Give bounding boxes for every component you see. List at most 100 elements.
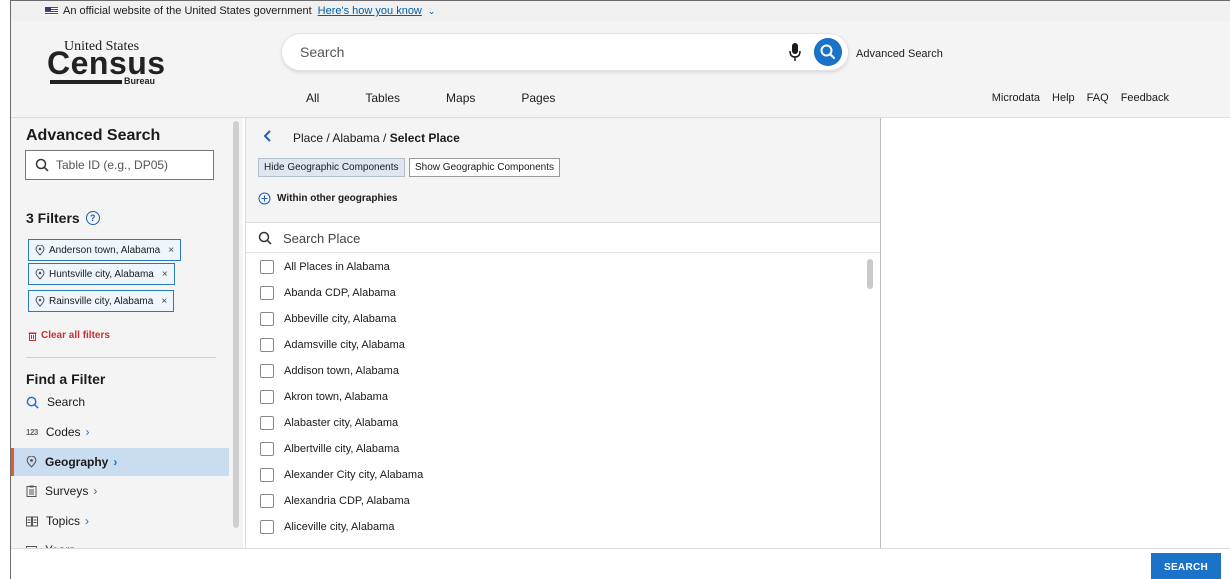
breadcrumb: Place / Alabama / Select Place	[293, 131, 460, 145]
table-id-search	[25, 150, 214, 180]
place-label: Alabaster city, Alabama	[284, 417, 399, 429]
checkbox[interactable]	[260, 442, 274, 456]
clear-all-filters-button[interactable]: Clear all filters	[28, 330, 110, 341]
within-other-geographies-toggle[interactable]: Within other geographies	[258, 192, 397, 205]
site-header: United States Census Bureau Advanced Sea…	[11, 21, 1230, 118]
divider	[26, 357, 216, 358]
breadcrumb-current: Select Place	[389, 131, 460, 145]
checkbox[interactable]	[260, 286, 274, 300]
faq-link[interactable]: FAQ	[1087, 92, 1109, 104]
within-label: Within other geographies	[277, 193, 398, 204]
app-frame: An official website of the United States…	[10, 0, 1230, 579]
place-label: Addison town, Alabama	[284, 365, 399, 377]
chevron-down-icon[interactable]: ⌄	[428, 6, 436, 17]
geography-panel: Place / Alabama / Select Place Hide Geog…	[245, 118, 881, 548]
filter-chip[interactable]: Rainsville city, Alabama ×	[28, 290, 175, 312]
location-pin-icon	[26, 456, 37, 468]
bottom-bar: SEARCH	[11, 548, 1230, 579]
place-label: Abanda CDP, Alabama	[284, 287, 396, 299]
search-submit-icon[interactable]	[814, 38, 842, 66]
place-search-input[interactable]	[283, 229, 683, 247]
census-logo[interactable]: United States Census Bureau	[47, 33, 177, 89]
tab-all[interactable]: All	[306, 91, 319, 105]
filter-chip-label: Huntsville city, Alabama	[49, 268, 154, 280]
us-flag-icon	[45, 7, 58, 15]
remove-filter-icon[interactable]: ×	[161, 296, 167, 307]
checkbox[interactable]	[260, 338, 274, 352]
chevron-right-icon: ›	[85, 514, 90, 528]
logo-line2: Census	[47, 45, 166, 81]
place-label: All Places in Alabama	[284, 261, 390, 273]
find-item-label: Topics	[46, 514, 81, 528]
codes-icon: 123	[26, 427, 38, 437]
location-pin-icon	[35, 244, 45, 256]
feedback-link[interactable]: Feedback	[1121, 92, 1169, 104]
find-filter-search[interactable]: Search	[11, 388, 229, 416]
remove-filter-icon[interactable]: ×	[168, 245, 174, 256]
checkbox[interactable]	[260, 364, 274, 378]
filters-count: 3 Filters	[26, 210, 80, 226]
place-label: Albertville city, Alabama	[284, 443, 400, 455]
list-item[interactable]: Alexander City city, Alabama	[260, 462, 423, 488]
table-id-input[interactable]	[56, 156, 206, 174]
checkbox[interactable]	[260, 468, 274, 482]
list-item[interactable]: Albertville city, Alabama	[260, 436, 399, 462]
back-chevron-icon[interactable]	[263, 129, 273, 143]
place-label: Abbeville city, Alabama	[284, 313, 397, 325]
utility-links: Microdata Help FAQ Feedback	[992, 92, 1169, 104]
location-pin-icon	[35, 268, 45, 280]
geography-panel-header: Place / Alabama / Select Place Hide Geog…	[246, 118, 880, 223]
find-filter-geography[interactable]: Geography ›	[11, 448, 229, 476]
place-label: Aliceville city, Alabama	[284, 521, 395, 533]
checkbox[interactable]	[260, 260, 274, 274]
list-item[interactable]: Abanda CDP, Alabama	[260, 280, 396, 306]
hide-geographic-components-button[interactable]: Hide Geographic Components	[258, 158, 405, 177]
sidebar-scrollbar[interactable]	[233, 121, 239, 528]
heres-how-you-know-link[interactable]: Here's how you know	[318, 5, 422, 17]
list-item[interactable]: Alabaster city, Alabama	[260, 410, 398, 436]
list-item[interactable]: Aliceville city, Alabama	[260, 514, 394, 540]
breadcrumb-path[interactable]: Place / Alabama /	[293, 131, 390, 145]
sidebar-title: Advanced Search	[26, 127, 161, 144]
help-link[interactable]: Help	[1052, 92, 1075, 104]
show-geographic-components-button[interactable]: Show Geographic Components	[409, 158, 560, 177]
place-label: Akron town, Alabama	[284, 391, 388, 403]
help-icon[interactable]: ?	[85, 211, 100, 225]
list-item[interactable]: Alexandria CDP, Alabama	[260, 488, 410, 514]
checkbox[interactable]	[260, 312, 274, 326]
chevron-right-icon: ›	[85, 425, 90, 439]
search-icon	[26, 396, 39, 409]
plus-circle-icon	[258, 192, 271, 205]
filter-chip[interactable]: Anderson town, Alabama ×	[28, 239, 182, 261]
checkbox[interactable]	[260, 494, 274, 508]
checkbox[interactable]	[260, 390, 274, 404]
find-filter-surveys[interactable]: Surveys ›	[11, 477, 229, 505]
filter-sidebar: Advanced Search 3 Filters ? Anderson tow…	[11, 118, 243, 557]
find-filter-topics[interactable]: Topics ›	[11, 507, 229, 535]
advanced-search-link[interactable]: Advanced Search	[856, 48, 943, 60]
find-filter-codes[interactable]: 123 Codes ›	[11, 418, 229, 446]
global-search-input[interactable]	[300, 42, 760, 62]
microphone-icon[interactable]	[787, 42, 803, 62]
find-item-label: Geography	[45, 455, 109, 469]
list-item[interactable]: Addison town, Alabama	[260, 358, 399, 384]
search-icon	[258, 231, 272, 245]
filter-chip[interactable]: Huntsville city, Alabama ×	[28, 263, 175, 285]
checkbox[interactable]	[260, 520, 274, 534]
place-list-scrollbar[interactable]	[867, 259, 873, 289]
tab-tables[interactable]: Tables	[365, 91, 400, 105]
book-icon	[26, 516, 38, 526]
checkbox[interactable]	[260, 416, 274, 430]
remove-filter-icon[interactable]: ×	[162, 269, 168, 280]
tab-maps[interactable]: Maps	[446, 91, 475, 105]
list-item[interactable]: Akron town, Alabama	[260, 384, 388, 410]
place-list: All Places in Alabama Abanda CDP, Alabam…	[246, 254, 866, 548]
list-item[interactable]: Abbeville city, Alabama	[260, 306, 396, 332]
tab-pages[interactable]: Pages	[521, 91, 555, 105]
logo-bar	[50, 80, 122, 84]
list-item[interactable]: All Places in Alabama	[260, 254, 390, 280]
microdata-link[interactable]: Microdata	[992, 92, 1040, 104]
place-label: Alexander City city, Alabama	[284, 469, 424, 481]
list-item[interactable]: Adamsville city, Alabama	[260, 332, 405, 358]
search-button[interactable]: SEARCH	[1151, 553, 1221, 579]
